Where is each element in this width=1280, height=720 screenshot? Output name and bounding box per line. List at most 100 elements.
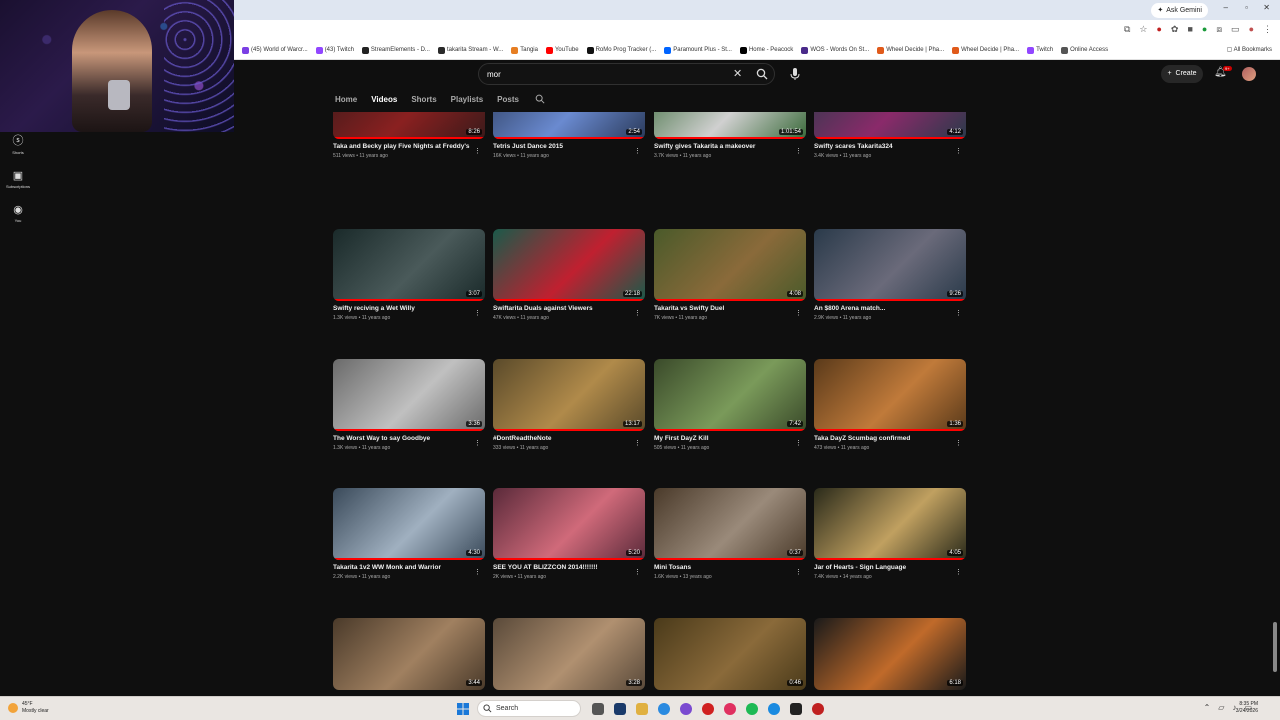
bookmark-item[interactable]: Online Access — [1061, 46, 1108, 54]
video-card[interactable]: 1:01:54 Swifty gives Takarita a makeover ⋮… — [654, 112, 806, 159]
weather-widget[interactable]: 45°F Mostly clear — [22, 701, 49, 715]
network-icon[interactable]: ▱ — [1218, 703, 1224, 712]
video-thumbnail[interactable]: 3:44 — [333, 618, 485, 690]
star-icon[interactable]: ☆ — [1139, 24, 1147, 35]
more-actions-icon[interactable]: ⋮ — [474, 309, 481, 317]
sidebar-item-you[interactable]: ◉ You — [0, 203, 36, 223]
profile-icon[interactable]: ● — [1249, 24, 1254, 35]
app-blue-icon[interactable] — [768, 703, 780, 715]
extension-icon[interactable]: ✿ — [1171, 24, 1179, 35]
clear-search-icon[interactable]: ✕ — [733, 67, 742, 80]
more-actions-icon[interactable]: ⋮ — [955, 147, 962, 155]
tab-home[interactable]: Home — [335, 95, 357, 104]
bookmark-item[interactable]: WOS - Words On St... — [801, 46, 869, 54]
page-scrollbar[interactable] — [1272, 62, 1278, 696]
task-view-icon[interactable] — [592, 703, 604, 715]
video-title[interactable]: #DontReadtheNote — [493, 435, 645, 442]
video-card[interactable]: 1:36 Taka DayZ Scumbag confirmed ⋮ 473 view… — [814, 359, 966, 451]
cast-icon[interactable]: ⧉ — [1124, 24, 1130, 35]
video-thumbnail[interactable]: 2:54 — [493, 112, 645, 139]
menu-icon[interactable]: ⋮ — [1263, 24, 1272, 35]
more-actions-icon[interactable]: ⋮ — [955, 568, 962, 576]
bookmark-item[interactable]: YouTube — [545, 46, 579, 54]
video-card[interactable]: 3:36 The Worst Way to say Goodbye ⋮ 1.3K vi… — [333, 359, 485, 451]
more-actions-icon[interactable]: ⋮ — [795, 439, 802, 447]
video-thumbnail[interactable]: 13:17 — [493, 359, 645, 431]
video-card[interactable]: 22:18 Swiftarita Duals against Viewers ⋮ 47… — [493, 229, 645, 321]
obs-icon[interactable] — [790, 703, 802, 715]
extensions-icon[interactable]: ⧈ — [1216, 24, 1222, 35]
maximize-icon[interactable]: ▫ — [1245, 3, 1248, 12]
minimize-icon[interactable]: – — [1224, 3, 1228, 12]
windows-start-icon[interactable] — [457, 703, 469, 715]
more-actions-icon[interactable]: ⋮ — [474, 568, 481, 576]
more-actions-icon[interactable]: ⋮ — [474, 147, 481, 155]
video-thumbnail[interactable]: 4:12 — [814, 112, 966, 139]
channel-search-icon[interactable] — [535, 94, 545, 104]
all-bookmarks[interactable]: ▢ All Bookmarks — [1227, 46, 1272, 53]
video-title[interactable]: Swifty scares Takarita324 — [814, 143, 966, 150]
video-title[interactable]: Swifty reciving a Wet Willy — [333, 305, 485, 312]
taskbar-search[interactable]: Search — [477, 700, 581, 717]
video-title[interactable]: Taka DayZ Scumbag confirmed — [814, 435, 966, 442]
app-red2-icon[interactable] — [812, 703, 824, 715]
video-title[interactable]: Takarita vs Swifty Duel — [654, 305, 806, 312]
video-card[interactable]: 4:05 Jar of Hearts - Sign Language ⋮ 7.4K v… — [814, 488, 966, 580]
video-title[interactable]: Tetris Just Dance 2015 — [493, 143, 645, 150]
video-card[interactable]: 0:46 — [654, 618, 806, 690]
video-thumbnail[interactable]: 6:18 — [814, 618, 966, 690]
more-actions-icon[interactable]: ⋮ — [795, 309, 802, 317]
app-pink-icon[interactable] — [724, 703, 736, 715]
bookmark-item[interactable]: (43) Twitch — [315, 46, 354, 54]
more-actions-icon[interactable]: ⋮ — [955, 309, 962, 317]
extension-red-icon[interactable]: ● — [1156, 24, 1161, 35]
chrome-icon[interactable] — [658, 703, 670, 715]
video-card[interactable]: 4:30 Takarita 1v2 WW Monk and Warrior ⋮ 2.2… — [333, 488, 485, 580]
video-title[interactable]: An $800 Arena match... — [814, 305, 966, 312]
video-card[interactable]: 2:54 Tetris Just Dance 2015 ⋮ 16K views • 1… — [493, 112, 645, 159]
search-input[interactable] — [487, 64, 717, 84]
video-card[interactable]: 3:28 — [493, 618, 645, 690]
extension-green-icon[interactable]: ● — [1202, 24, 1207, 35]
video-thumbnail[interactable]: 7:42 — [654, 359, 806, 431]
video-card[interactable]: 3:44 — [333, 618, 485, 690]
video-title[interactable]: Swifty gives Takarita a makeover — [654, 143, 806, 150]
app-red-icon[interactable] — [702, 703, 714, 715]
video-card[interactable]: 0:37 Mini Tosans ⋮ 1.6K views • 13 years ag… — [654, 488, 806, 580]
sidepanel-icon[interactable]: ▭ — [1231, 24, 1240, 35]
more-actions-icon[interactable]: ⋮ — [474, 439, 481, 447]
more-actions-icon[interactable]: ⋮ — [634, 568, 641, 576]
video-thumbnail[interactable]: 1:36 — [814, 359, 966, 431]
tab-posts[interactable]: Posts — [497, 95, 519, 104]
video-thumbnail[interactable]: 3:07 — [333, 229, 485, 301]
tab-shorts[interactable]: Shorts — [411, 95, 436, 104]
spotify-icon[interactable] — [746, 703, 758, 715]
video-thumbnail[interactable]: 4:05 — [814, 488, 966, 560]
video-card[interactable]: 9:26 An $800 Arena match... ⋮ 2.9K views • … — [814, 229, 966, 321]
more-actions-icon[interactable]: ⋮ — [634, 147, 641, 155]
video-title[interactable]: My First DayZ Kill — [654, 435, 806, 442]
video-title[interactable]: Swiftarita Duals against Viewers — [493, 305, 645, 312]
bookmark-item[interactable]: Home - Peacock — [739, 46, 793, 54]
video-thumbnail[interactable]: 4:08 — [654, 229, 806, 301]
weather-icon[interactable] — [8, 703, 18, 713]
video-card[interactable]: 4:08 Takarita vs Swifty Duel ⋮ 7K views • 1… — [654, 229, 806, 321]
video-title[interactable]: Taka and Becky play Five Nights at Fredd… — [333, 143, 485, 150]
app-purple-icon[interactable] — [680, 703, 692, 715]
video-card[interactable]: 13:17 #DontReadtheNote ⋮ 333 views • 11 yea… — [493, 359, 645, 451]
video-title[interactable]: Mini Tosans — [654, 564, 806, 571]
more-actions-icon[interactable]: ⋮ — [955, 439, 962, 447]
video-title[interactable]: SEE YOU AT BLIZZCON 2014!!!!!!! — [493, 564, 645, 571]
video-title[interactable]: The Worst Way to say Goodbye — [333, 435, 485, 442]
scrollbar-thumb[interactable] — [1273, 622, 1277, 672]
create-button[interactable]: + Create — [1161, 65, 1203, 83]
sidebar-item-subscriptions[interactable]: ▣ Subscriptions — [0, 169, 36, 189]
video-thumbnail[interactable]: 3:36 — [333, 359, 485, 431]
steam-icon[interactable] — [614, 703, 626, 715]
more-actions-icon[interactable]: ⋮ — [634, 309, 641, 317]
tray-chevron-icon[interactable]: ⌃ — [1204, 703, 1211, 712]
sidebar-item-shorts[interactable]: ⓢ Shorts — [0, 132, 36, 155]
tab-videos[interactable]: Videos — [371, 95, 397, 104]
file-explorer-icon[interactable] — [636, 703, 648, 715]
bookmark-item[interactable]: Wheel Decide | Pha... — [952, 46, 1019, 54]
